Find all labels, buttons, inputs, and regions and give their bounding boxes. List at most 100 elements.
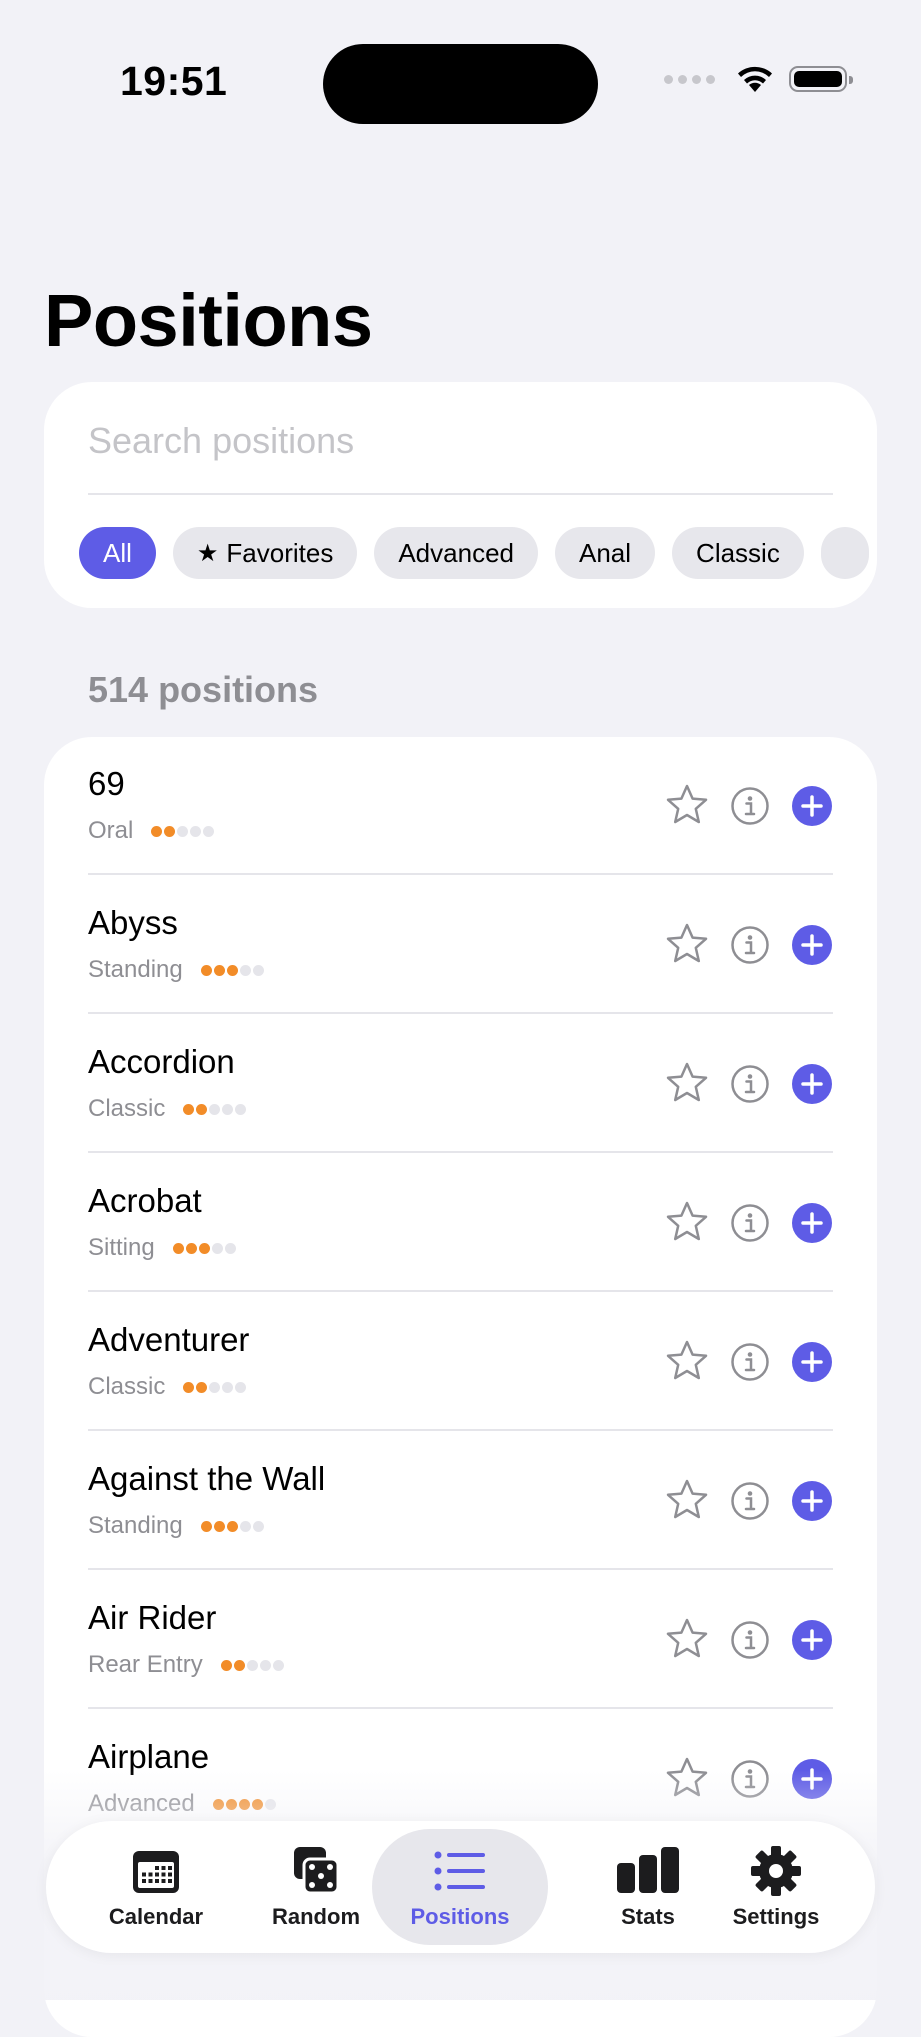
difficulty-dot	[198, 1242, 210, 1254]
position-subtitle: Oral	[88, 817, 215, 845]
difficulty-dot	[200, 964, 212, 976]
row-divider	[88, 1429, 833, 1431]
tab-positions[interactable]: Positions	[372, 1829, 548, 1945]
position-name: Acrobat	[88, 1182, 202, 1219]
dice-icon	[290, 1844, 342, 1898]
add-icon[interactable]	[792, 925, 832, 965]
add-icon[interactable]	[792, 1481, 832, 1521]
position-row[interactable]: Abyss Standing	[44, 876, 877, 1014]
bar-chart-icon	[615, 1844, 681, 1898]
add-icon[interactable]	[792, 1620, 832, 1660]
difficulty-dot	[172, 1242, 184, 1254]
position-name: Accordion	[88, 1043, 235, 1080]
favorite-star-icon[interactable]	[665, 1200, 709, 1244]
difficulty-dot	[239, 1520, 251, 1532]
tab-random[interactable]: Random	[246, 1821, 386, 1953]
wifi-icon	[738, 66, 772, 92]
info-icon[interactable]	[730, 786, 770, 826]
difficulty-dot	[233, 1659, 245, 1671]
position-name: Abyss	[88, 904, 178, 941]
position-category: Rear Entry	[88, 1651, 203, 1678]
tab-calendar[interactable]: Calendar	[86, 1821, 226, 1953]
position-row[interactable]: Against the Wall Standing	[44, 1432, 877, 1570]
position-row[interactable]: Air Rider Rear Entry	[44, 1571, 877, 1709]
position-category: Standing	[88, 956, 183, 983]
filter-chip-label: Classic	[696, 537, 780, 568]
info-icon[interactable]	[730, 1203, 770, 1243]
info-icon[interactable]	[730, 1342, 770, 1382]
info-icon[interactable]	[730, 1481, 770, 1521]
tab-stats[interactable]: Stats	[578, 1821, 718, 1953]
position-subtitle: Classic	[88, 1095, 247, 1123]
difficulty-dot	[220, 1659, 232, 1671]
row-divider	[88, 1290, 833, 1292]
difficulty-dot	[177, 825, 189, 837]
favorite-star-icon[interactable]	[665, 1061, 709, 1105]
position-row[interactable]: Adventurer Classic	[44, 1293, 877, 1431]
difficulty-dot	[226, 964, 238, 976]
position-category: Classic	[88, 1095, 166, 1122]
tab-label: Stats	[621, 1904, 675, 1929]
row-divider	[88, 1707, 833, 1709]
add-icon[interactable]	[792, 786, 832, 826]
filter-chips: All ★ Favorites Advanced Anal Classic	[79, 527, 869, 579]
favorite-star-icon[interactable]	[665, 1339, 709, 1383]
position-subtitle: Standing	[88, 1512, 264, 1540]
position-row[interactable]: Accordion Classic	[44, 1015, 877, 1153]
add-icon[interactable]	[792, 1064, 832, 1104]
tab-label: Calendar	[108, 1904, 204, 1929]
search-input[interactable]	[88, 410, 833, 472]
dynamic-island	[323, 44, 598, 124]
filter-chip-more[interactable]	[820, 527, 869, 579]
calendar-icon	[130, 1844, 182, 1898]
position-row[interactable]: 69 Oral	[44, 737, 877, 875]
difficulty-dot	[211, 1242, 223, 1254]
tab-settings[interactable]: Settings	[706, 1821, 846, 1953]
add-icon[interactable]	[792, 1203, 832, 1243]
info-icon[interactable]	[730, 925, 770, 965]
position-category: Standing	[88, 1512, 183, 1539]
info-icon[interactable]	[730, 1064, 770, 1104]
filter-chip-all[interactable]: All	[79, 527, 156, 579]
row-divider	[88, 1012, 833, 1014]
filter-chip-favorites[interactable]: ★ Favorites	[172, 527, 358, 579]
gear-icon	[750, 1844, 802, 1898]
position-name: 69	[88, 765, 125, 802]
difficulty-dot	[203, 825, 215, 837]
filter-chip-anal[interactable]: Anal	[555, 527, 656, 579]
favorite-star-icon[interactable]	[665, 1478, 709, 1522]
status-icons	[664, 64, 853, 94]
position-subtitle: Standing	[88, 956, 264, 984]
difficulty-dot	[196, 1381, 208, 1393]
favorite-star-icon[interactable]	[665, 1617, 709, 1661]
battery-icon	[789, 66, 853, 92]
favorite-star-icon[interactable]	[665, 783, 709, 827]
star-filled-icon: ★	[196, 539, 219, 567]
status-time: 19:51	[120, 58, 228, 104]
info-icon[interactable]	[730, 1620, 770, 1660]
page-title: Positions	[44, 279, 373, 362]
difficulty-rating	[183, 1103, 247, 1115]
filter-chip-label: Anal	[579, 537, 632, 568]
position-row[interactable]: Acrobat Sitting	[44, 1154, 877, 1292]
position-category: Sitting	[88, 1234, 155, 1261]
difficulty-rating	[172, 1242, 236, 1254]
favorite-star-icon[interactable]	[665, 922, 709, 966]
filter-chip-classic[interactable]: Classic	[672, 527, 804, 579]
difficulty-dot	[235, 1381, 247, 1393]
cellular-signal-icon	[664, 74, 715, 84]
difficulty-dot	[226, 1520, 238, 1532]
difficulty-dot	[222, 1381, 234, 1393]
add-icon[interactable]	[792, 1342, 832, 1382]
filter-chip-advanced[interactable]: Advanced	[374, 527, 538, 579]
difficulty-rating	[200, 964, 264, 976]
difficulty-dot	[252, 964, 264, 976]
positions-count: 514 positions	[88, 669, 319, 710]
position-name: Air Rider	[88, 1599, 217, 1636]
difficulty-dot	[272, 1659, 284, 1671]
difficulty-dot	[239, 964, 251, 976]
difficulty-dot	[222, 1103, 234, 1115]
difficulty-dot	[209, 1381, 221, 1393]
difficulty-dot	[213, 1520, 225, 1532]
position-name: Adventurer	[88, 1321, 250, 1358]
